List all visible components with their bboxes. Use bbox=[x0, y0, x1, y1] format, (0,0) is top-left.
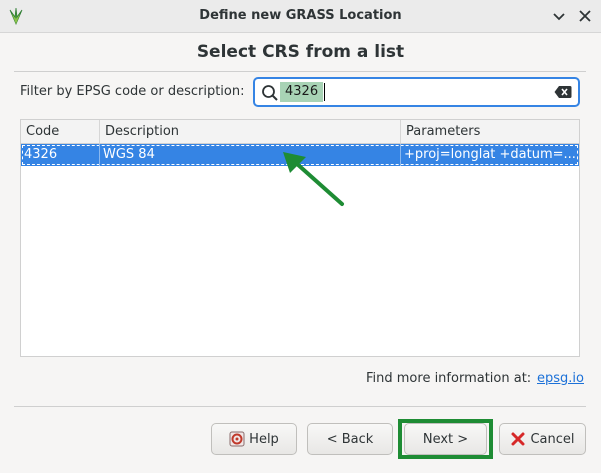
help-button[interactable]: Help bbox=[211, 423, 297, 455]
next-button[interactable]: Next > bbox=[404, 423, 487, 455]
filter-label: Filter by EPSG code or description: bbox=[20, 84, 245, 99]
cancel-button[interactable]: Cancel bbox=[499, 423, 586, 455]
next-button-label: Next > bbox=[422, 431, 469, 447]
help-button-label: Help bbox=[249, 431, 279, 447]
divider bbox=[14, 71, 586, 72]
page-title: Select CRS from a list bbox=[196, 42, 405, 62]
clear-search-icon[interactable] bbox=[554, 85, 572, 99]
search-input[interactable]: 4326 bbox=[253, 77, 580, 107]
cancel-icon bbox=[511, 432, 525, 446]
titlebar: Define new GRASS Location bbox=[0, 0, 601, 33]
window-title: Define new GRASS Location bbox=[199, 8, 402, 23]
table-header: Code Description Parameters bbox=[21, 120, 579, 144]
epsg-link[interactable]: epsg.io bbox=[537, 371, 584, 386]
help-icon bbox=[229, 431, 245, 447]
cell-parameters: +proj=longlat +datum=... bbox=[404, 147, 576, 162]
column-header-description[interactable]: Description bbox=[100, 120, 401, 143]
cell-code: 4326 bbox=[24, 147, 58, 162]
help-chevron-icon[interactable] bbox=[550, 7, 568, 25]
back-button-label: < Back bbox=[326, 431, 374, 447]
dialog-window: Define new GRASS Location Select CRS fro… bbox=[0, 0, 601, 473]
back-button[interactable]: < Back bbox=[307, 423, 393, 455]
column-header-code[interactable]: Code bbox=[21, 120, 100, 143]
search-icon bbox=[262, 85, 278, 101]
annotation-arrow-icon bbox=[283, 152, 344, 206]
text-caret bbox=[324, 83, 325, 101]
more-info-text: Find more information at: bbox=[366, 371, 532, 386]
divider bbox=[14, 406, 586, 407]
search-value: 4326 bbox=[280, 82, 324, 102]
cancel-button-label: Cancel bbox=[530, 431, 575, 447]
close-icon[interactable] bbox=[576, 7, 594, 25]
cell-description: WGS 84 bbox=[103, 147, 155, 162]
column-header-parameters[interactable]: Parameters bbox=[401, 120, 579, 143]
